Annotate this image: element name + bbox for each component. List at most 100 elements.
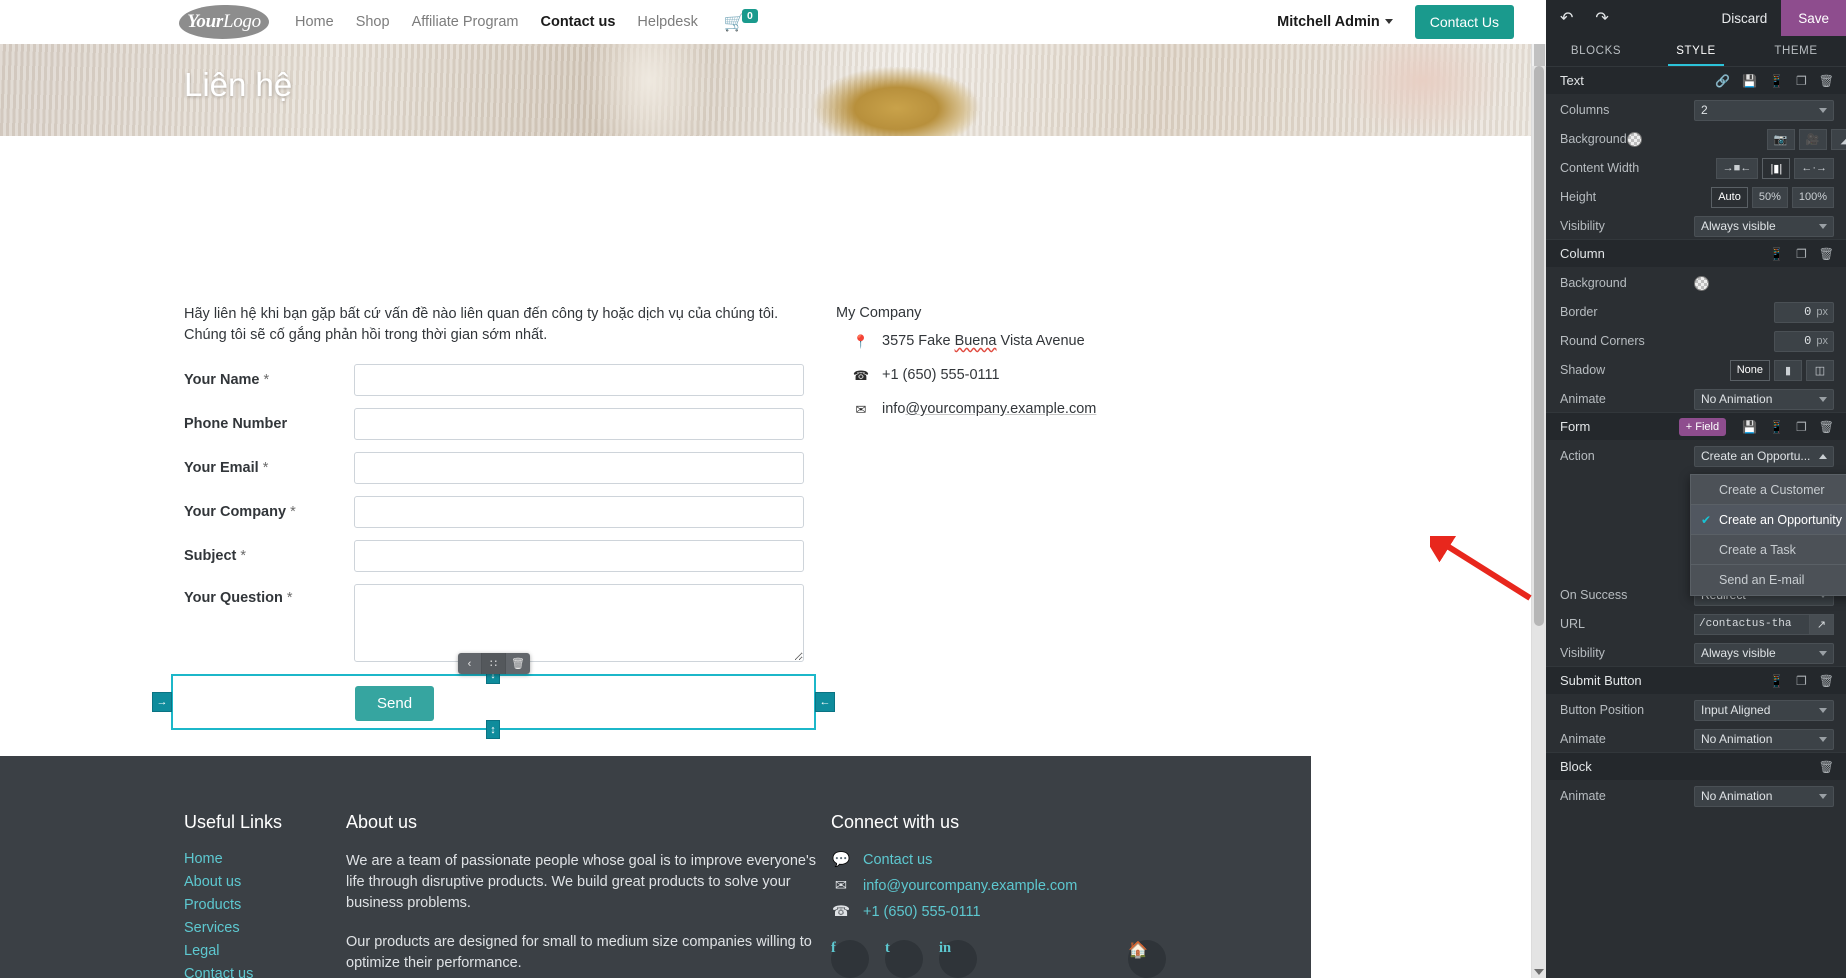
phone-icon: ☎ [852, 368, 870, 383]
contact-us-button[interactable]: Contact Us [1414, 5, 1514, 39]
home-icon[interactable]: 🏠 [1128, 940, 1166, 978]
nav-item-contact-us[interactable]: Contact us [540, 14, 615, 30]
facebook-icon[interactable]: f [831, 940, 869, 978]
link-icon[interactable]: 🔗 [1715, 74, 1730, 88]
save-button[interactable]: Save [1781, 0, 1846, 36]
input-your-email[interactable] [354, 452, 804, 484]
panel-scroll-down-icon[interactable] [1534, 969, 1544, 975]
input-your-company[interactable] [354, 496, 804, 528]
text-visibility-select[interactable]: Always visible [1694, 215, 1834, 237]
mobile-icon[interactable]: 📱 [1769, 674, 1784, 688]
tab-style[interactable]: STYLE [1646, 36, 1746, 66]
undo-icon[interactable]: ↶ [1560, 8, 1573, 28]
form-visibility-select[interactable]: Always visible [1694, 642, 1834, 664]
shadow-none-button[interactable]: None [1729, 359, 1770, 381]
trash-icon[interactable]: 🗑 [506, 653, 530, 674]
save-icon[interactable]: 💾 [1742, 420, 1757, 434]
height-100-button[interactable]: 100% [1791, 186, 1834, 208]
navbar-right: Mitchell Admin Contact Us [1277, 5, 1522, 39]
input-your-name[interactable] [354, 364, 804, 396]
footer-link-home[interactable]: Home [184, 851, 346, 867]
nav-item-shop[interactable]: Shop [356, 14, 390, 30]
height-50-button[interactable]: 50% [1751, 186, 1788, 208]
content-width-narrow-icon[interactable]: →■← [1715, 157, 1759, 179]
trash-icon[interactable]: 🗑 [1819, 247, 1834, 261]
footer-email-link[interactable]: info@yourcompany.example.com [863, 878, 1077, 894]
submit-animate-select[interactable]: No Animation [1694, 728, 1834, 750]
duplicate-icon[interactable]: ❐ [1796, 247, 1807, 261]
button-position-select[interactable]: Input Aligned [1694, 699, 1834, 721]
action-select[interactable]: Create an Opportu... [1694, 445, 1834, 467]
company-email[interactable]: info@yourcompany.example.com [882, 401, 1096, 417]
dropdown-option-create-a-task[interactable]: Create a Task [1691, 535, 1846, 565]
site-logo[interactable]: YourLogo [179, 5, 269, 39]
content-width-normal-icon[interactable]: |▮| [1762, 157, 1791, 179]
footer-contact-us-link[interactable]: Contact us [863, 852, 932, 868]
tab-blocks[interactable]: BLOCKS [1546, 36, 1646, 66]
input-subject[interactable] [354, 540, 804, 572]
url-input[interactable]: /contactus-tha [1694, 613, 1810, 635]
user-menu[interactable]: Mitchell Admin [1277, 13, 1393, 31]
mobile-icon[interactable]: 📱 [1769, 247, 1784, 261]
shadow-outset-icon[interactable]: ▮ [1774, 359, 1802, 381]
nav-item-affiliate-program[interactable]: Affiliate Program [412, 14, 519, 30]
contact-form: Your Name * Phone Number Your Email * Yo… [184, 364, 814, 674]
redo-icon[interactable]: ↷ [1595, 8, 1608, 28]
footer-about-us: About us We are a team of passionate peo… [346, 812, 831, 978]
resize-right-handle[interactable]: ← [815, 692, 835, 712]
shadow-inset-icon[interactable]: ◫ [1806, 359, 1834, 381]
resize-left-handle[interactable]: → [152, 692, 172, 712]
columns-select[interactable]: 2 [1694, 99, 1834, 121]
column-background-color-swatch[interactable] [1694, 275, 1709, 291]
gradient-icon[interactable]: ◢ [1830, 128, 1846, 150]
duplicate-icon[interactable]: ❐ [1796, 74, 1807, 88]
column-animate-select[interactable]: No Animation [1694, 388, 1834, 410]
save-icon[interactable]: 💾 [1742, 74, 1757, 88]
footer-link-about-us[interactable]: About us [184, 874, 346, 890]
border-input[interactable]: 0 px [1774, 301, 1834, 323]
input-your-question[interactable] [354, 584, 804, 662]
dropdown-option-create-a-customer[interactable]: Create a Customer [1691, 475, 1846, 505]
mobile-icon[interactable]: 📱 [1769, 420, 1784, 434]
send-button[interactable]: Send [355, 686, 435, 721]
trash-icon[interactable]: 🗑 [1819, 674, 1834, 688]
video-icon[interactable]: 🎥 [1798, 128, 1827, 150]
twitter-icon[interactable]: t [885, 940, 923, 978]
drag-grid-icon[interactable]: ∷ [482, 653, 506, 674]
external-link-icon[interactable]: ↗ [1810, 613, 1834, 635]
add-field-button[interactable]: + Field [1678, 417, 1727, 436]
mobile-icon[interactable]: 📱 [1769, 74, 1784, 88]
footer-link-products[interactable]: Products [184, 897, 346, 913]
input-phone-number[interactable] [354, 408, 804, 440]
site-navbar: YourLogo Home Shop Affiliate Program Con… [0, 0, 1546, 44]
footer-link-legal[interactable]: Legal [184, 943, 346, 959]
panel-scrollbar-thumb[interactable] [1534, 66, 1544, 626]
selected-block-outline[interactable]: Send → ← ↕ ↕ [152, 665, 835, 739]
duplicate-icon[interactable]: ❐ [1796, 674, 1807, 688]
height-auto-button[interactable]: Auto [1711, 186, 1748, 208]
previous-icon[interactable]: ‹ [458, 653, 482, 674]
tab-theme[interactable]: THEME [1746, 36, 1846, 66]
footer-phone-link[interactable]: +1 (650) 555-0111 [863, 904, 981, 920]
footer-link-contact-us[interactable]: Contact us [184, 966, 346, 978]
panel-scrollbar[interactable] [1532, 66, 1546, 978]
content-width-wide-icon[interactable]: ←·→ [1794, 157, 1834, 179]
dropdown-option-create-an-opportunity[interactable]: ✔ Create an Opportunity [1691, 505, 1846, 535]
trash-icon[interactable]: 🗑 [1819, 74, 1834, 88]
background-color-swatch[interactable] [1626, 131, 1642, 147]
trash-icon[interactable]: 🗑 [1819, 420, 1834, 434]
discard-button[interactable]: Discard [1707, 0, 1781, 36]
trash-icon[interactable]: 🗑 [1819, 760, 1834, 774]
linkedin-icon[interactable]: in [939, 940, 977, 978]
nav-item-helpdesk[interactable]: Helpdesk [637, 14, 697, 30]
duplicate-icon[interactable]: ❐ [1796, 420, 1807, 434]
footer-link-services[interactable]: Services [184, 920, 346, 936]
camera-icon[interactable]: 📷 [1766, 128, 1795, 150]
resize-bottom-handle[interactable]: ↕ [486, 720, 500, 739]
dropdown-option-send-an-e-mail[interactable]: Send an E-mail [1691, 565, 1846, 595]
round-corners-input[interactable]: 0 px [1774, 330, 1834, 352]
nav-item-home[interactable]: Home [295, 14, 334, 30]
row-url: URL /contactus-tha ↗ [1546, 611, 1846, 637]
cart-button[interactable]: 🛒 0 [724, 8, 758, 31]
block-animate-select[interactable]: No Animation [1694, 785, 1834, 807]
